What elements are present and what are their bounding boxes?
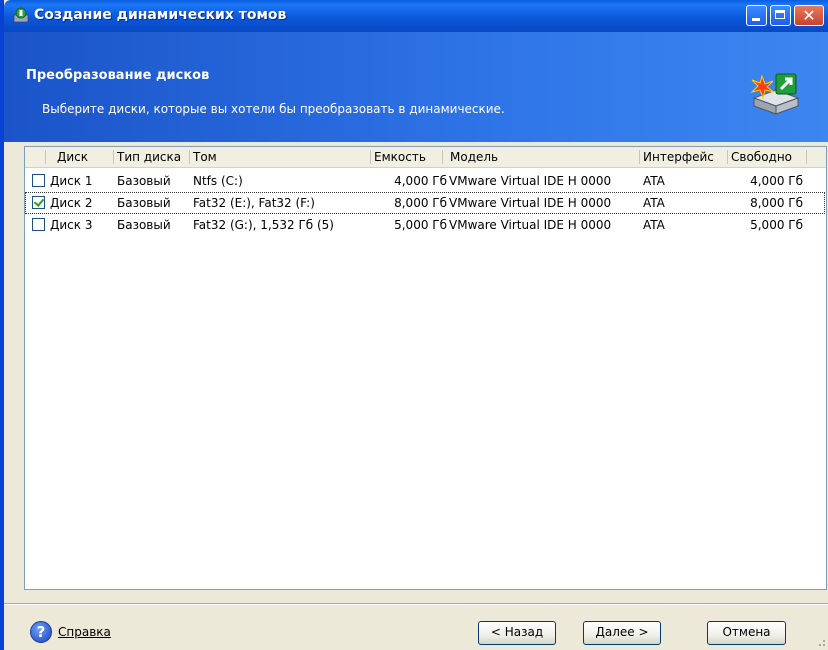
cell-type: Базовый	[117, 218, 171, 232]
cell-type: Базовый	[117, 196, 171, 210]
disk-app-icon	[13, 7, 29, 23]
cell-volume: Ntfs (C:)	[193, 174, 243, 188]
column-disk[interactable]: Диск	[57, 150, 88, 164]
row-checkbox[interactable]	[32, 196, 45, 209]
table-row[interactable]: Диск 2 Базовый Fat32 (E:), Fat32 (F:) 8,…	[25, 192, 825, 214]
close-icon[interactable]: ✕	[794, 5, 824, 26]
cell-model: VMware Virtual IDE H 0000	[449, 218, 612, 232]
column-model[interactable]: Модель	[450, 150, 498, 164]
cell-interface: ATA	[643, 218, 665, 232]
cell-free: 8,000 Гб	[750, 196, 803, 210]
cell-model: VMware Virtual IDE H 0000	[449, 196, 612, 210]
cell-free: 5,000 Гб	[750, 218, 803, 232]
cell-interface: ATA	[643, 196, 665, 210]
help-icon[interactable]: ?	[30, 621, 52, 643]
column-free[interactable]: Свободно	[731, 150, 792, 164]
column-volume[interactable]: Том	[193, 150, 217, 164]
table-row[interactable]: Диск 1 Базовый Ntfs (C:) 4,000 Гб VMware…	[25, 170, 825, 192]
cancel-button[interactable]: Отмена	[707, 621, 786, 645]
column-capacity[interactable]: Емкость	[374, 150, 426, 164]
cell-disk: Диск 1	[50, 174, 93, 188]
footer-divider	[4, 603, 828, 605]
cell-free: 4,000 Гб	[750, 174, 803, 188]
disk-table[interactable]: Диск Тип диска Том Емкость Модель Интерф…	[24, 146, 827, 590]
table-row[interactable]: Диск 3 Базовый Fat32 (G:), 1,532 Гб (5) …	[25, 214, 825, 236]
help-link[interactable]: Справка	[58, 625, 111, 639]
cell-disk: Диск 3	[50, 218, 93, 232]
back-button[interactable]: < Назад	[478, 621, 556, 645]
convert-disk-icon	[750, 73, 800, 115]
window-title: Создание динамических томов	[34, 7, 287, 23]
cell-model: VMware Virtual IDE H 0000	[449, 174, 612, 188]
header-description: Выберите диски, которые вы хотели бы пре…	[42, 102, 505, 116]
column-interface[interactable]: Интерфейс	[643, 150, 714, 164]
wizard-header: Преобразование дисков Выберите диски, ко…	[4, 32, 828, 142]
cell-interface: ATA	[643, 174, 665, 188]
cell-volume: Fat32 (E:), Fat32 (F:)	[193, 196, 315, 210]
cell-capacity: 5,000 Гб	[394, 218, 447, 232]
cell-type: Базовый	[117, 174, 171, 188]
cell-volume: Fat32 (G:), 1,532 Гб (5)	[193, 218, 334, 232]
minimize-icon[interactable]	[746, 5, 767, 26]
next-button[interactable]: Далее >	[583, 621, 661, 645]
column-type[interactable]: Тип диска	[117, 150, 181, 164]
table-header: Диск Тип диска Том Емкость Модель Интерф…	[25, 147, 826, 168]
cell-disk: Диск 2	[50, 196, 93, 210]
cell-capacity: 4,000 Гб	[394, 174, 447, 188]
cell-capacity: 8,000 Гб	[394, 196, 447, 210]
wizard-window: Создание динамических томов ✕ Преобразов…	[0, 0, 828, 650]
header-title: Преобразование дисков	[26, 68, 210, 83]
title-bar[interactable]: Создание динамических томов ✕	[4, 0, 828, 32]
maximize-icon[interactable]	[770, 5, 791, 26]
row-checkbox[interactable]	[32, 218, 45, 231]
resize-grip-icon[interactable]	[814, 635, 826, 647]
row-checkbox[interactable]	[32, 174, 45, 187]
